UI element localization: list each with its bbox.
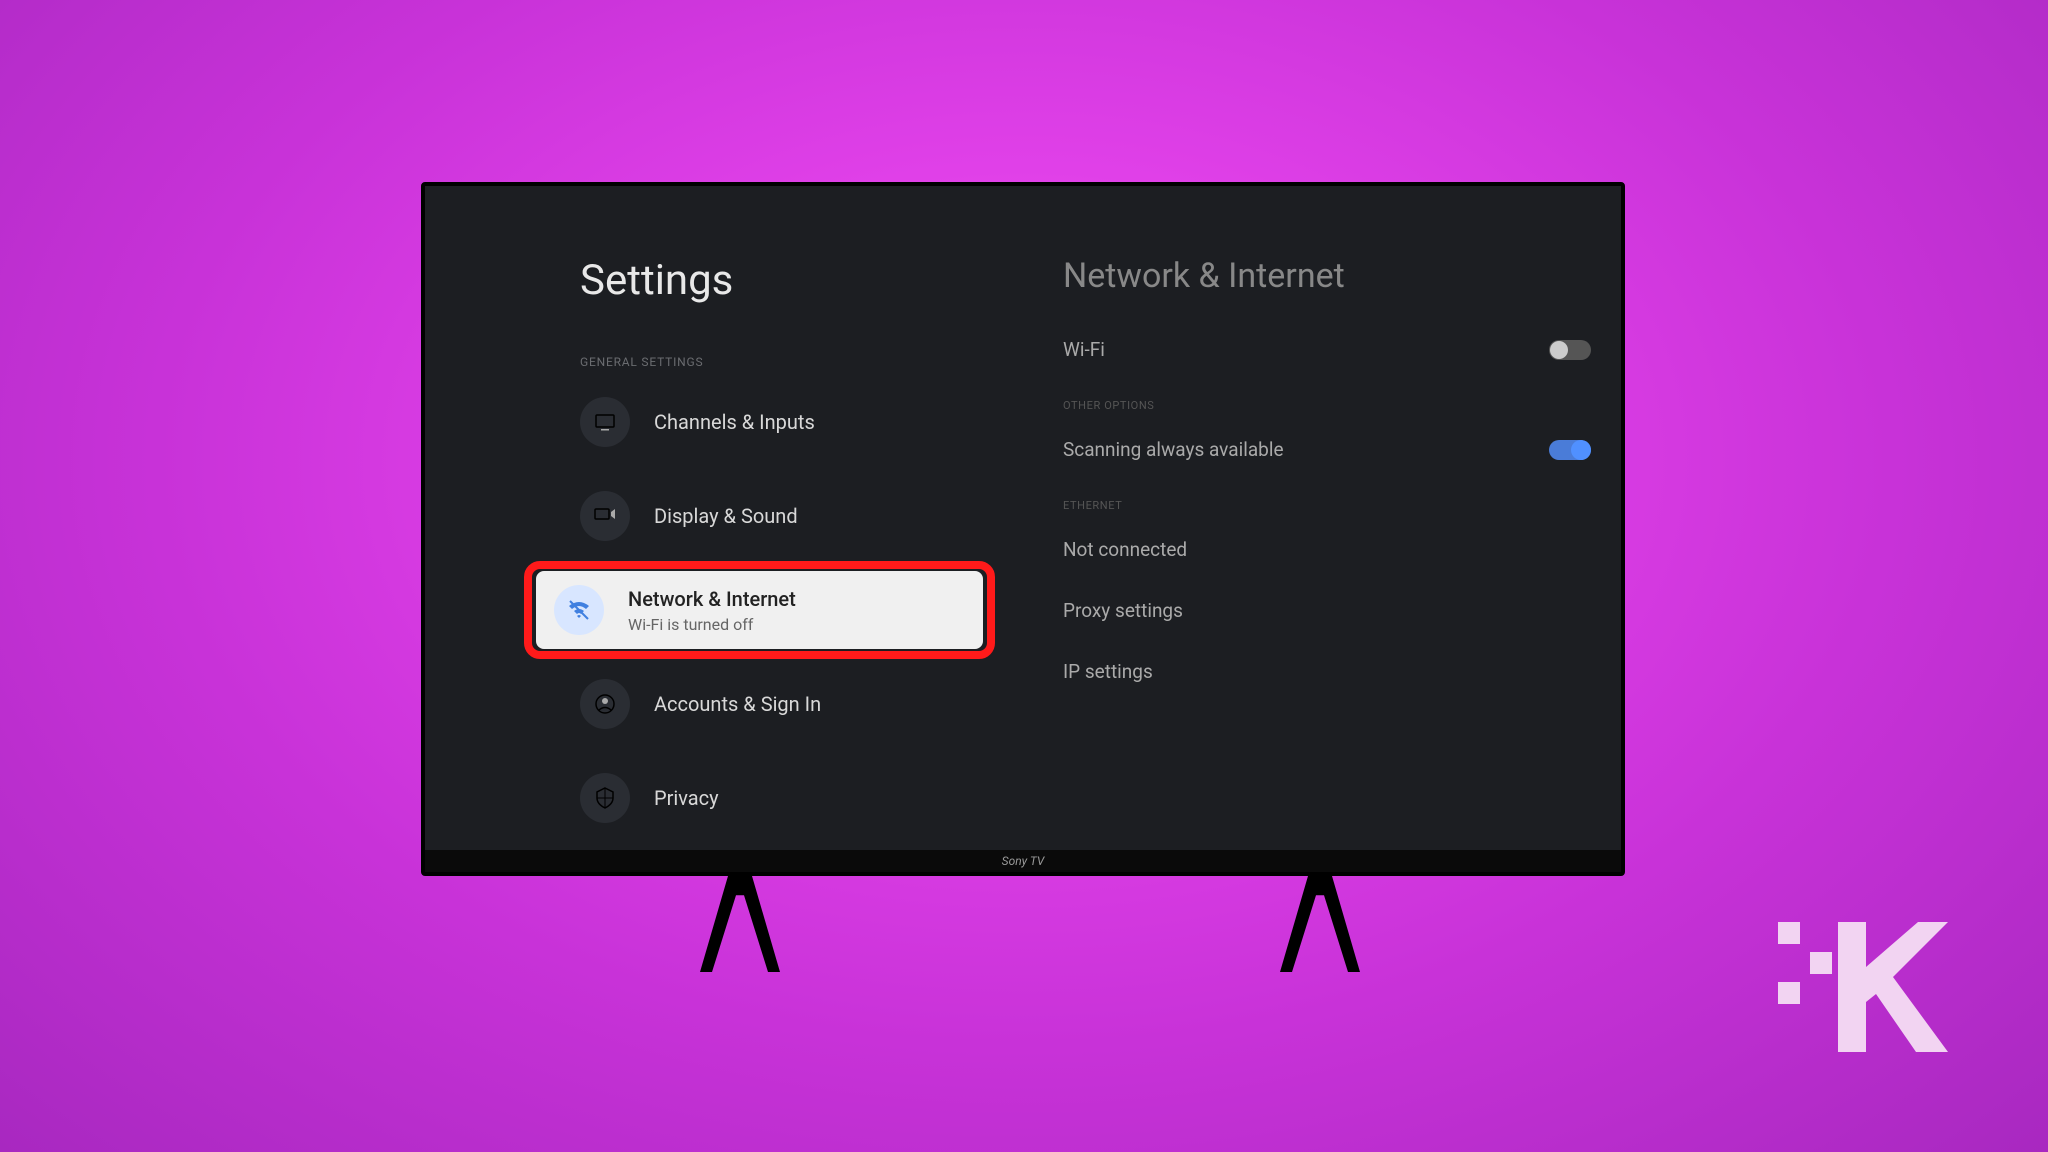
tv-leg-left	[700, 876, 780, 972]
ip-settings-row[interactable]: IP settings	[1063, 660, 1591, 683]
settings-item-channels-inputs[interactable]: Channels & Inputs	[580, 387, 1023, 457]
settings-item-network-internet[interactable]: Network & Internet Wi-Fi is turned off	[536, 571, 983, 649]
ip-label: IP settings	[1063, 660, 1153, 683]
detail-title: Network & Internet	[1063, 256, 1591, 296]
settings-item-privacy[interactable]: Privacy	[580, 763, 1023, 833]
tv-leg-right	[1280, 876, 1360, 972]
proxy-label: Proxy settings	[1063, 599, 1183, 622]
network-detail-panel: Network & Internet Wi-Fi OTHER OPTIONS S…	[1023, 186, 1621, 872]
settings-left-panel: Settings GENERAL SETTINGS Channels & Inp…	[425, 186, 1023, 872]
tv-screen: Settings GENERAL SETTINGS Channels & Inp…	[421, 182, 1625, 876]
scanning-label: Scanning always available	[1063, 438, 1284, 461]
settings-item-label: Privacy	[654, 786, 719, 810]
settings-item-label: Accounts & Sign In	[654, 692, 821, 716]
settings-screen: Settings GENERAL SETTINGS Channels & Inp…	[425, 186, 1621, 872]
tv-input-icon	[580, 397, 630, 447]
wifi-toggle[interactable]	[1549, 340, 1591, 360]
wifi-toggle-row[interactable]: Wi-Fi	[1063, 338, 1591, 361]
settings-item-label: Display & Sound	[654, 504, 798, 528]
display-sound-icon	[580, 491, 630, 541]
ethernet-status: Not connected	[1063, 538, 1187, 561]
account-icon	[580, 679, 630, 729]
k-logo	[1778, 902, 1948, 1052]
wifi-off-icon	[554, 585, 604, 635]
other-options-header: OTHER OPTIONS	[1063, 399, 1591, 412]
proxy-settings-row[interactable]: Proxy settings	[1063, 599, 1591, 622]
tv-caption: Sony TV	[1002, 854, 1045, 868]
settings-item-label: Network & Internet	[628, 587, 796, 611]
scanning-toggle-row[interactable]: Scanning always available	[1063, 438, 1591, 461]
settings-item-accounts-signin[interactable]: Accounts & Sign In	[580, 669, 1023, 739]
settings-item-sublabel: Wi-Fi is turned off	[628, 615, 796, 634]
settings-item-label: Channels & Inputs	[654, 410, 815, 434]
ethernet-header: ETHERNET	[1063, 499, 1591, 512]
settings-item-display-sound[interactable]: Display & Sound	[580, 481, 1023, 551]
ethernet-status-row[interactable]: Not connected	[1063, 538, 1591, 561]
caption-bar: Sony TV	[425, 850, 1621, 872]
general-settings-header: GENERAL SETTINGS	[580, 355, 1023, 369]
wifi-label: Wi-Fi	[1063, 338, 1105, 361]
scanning-toggle[interactable]	[1549, 440, 1591, 460]
page-title: Settings	[580, 256, 1023, 305]
shield-icon	[580, 773, 630, 823]
